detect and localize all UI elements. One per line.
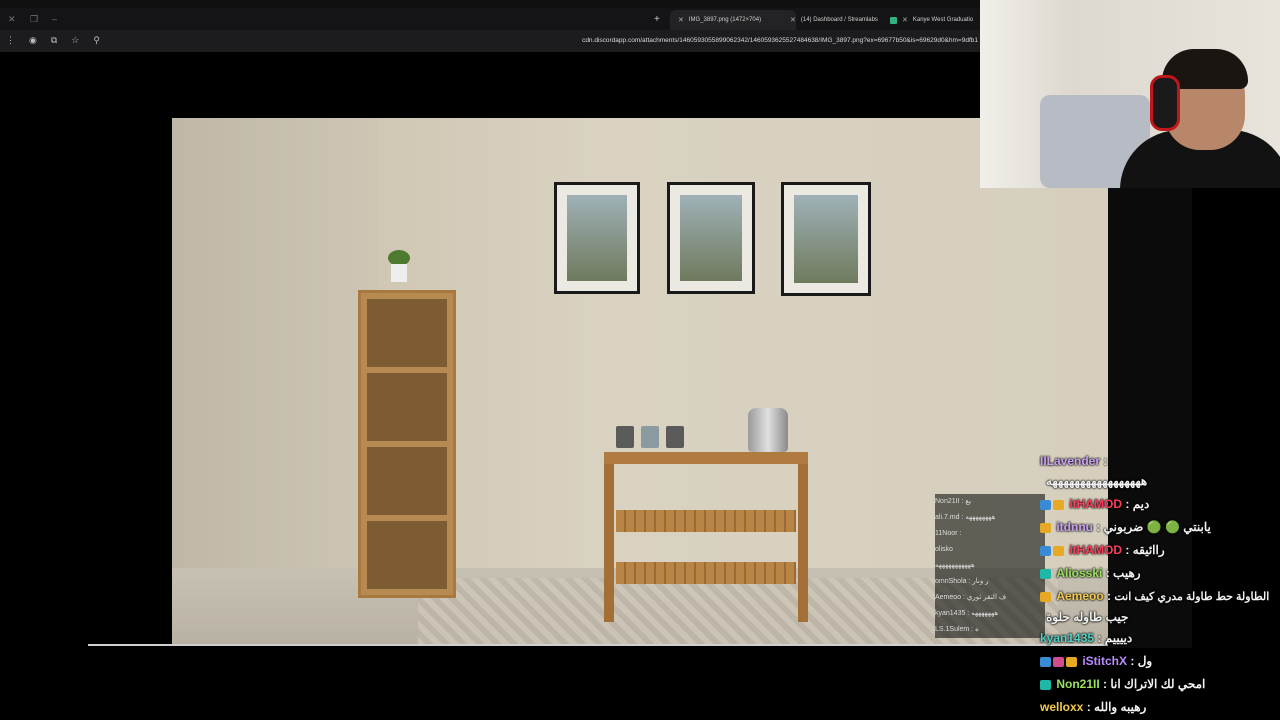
kettle: [748, 408, 788, 452]
chat-username: iStitchX: [1082, 654, 1128, 668]
tab-label: IMG_3897.png (1472×704): [688, 17, 762, 23]
picture-frame: [554, 182, 640, 294]
chat-text: هههههههههههههههههه: [1046, 474, 1148, 488]
picture-frame: [667, 182, 755, 294]
extensions-icon[interactable]: ⧉: [51, 35, 57, 46]
minichat-line: ali.7.md : ههههههههه: [935, 510, 1045, 526]
chat-username: itdnnu: [1056, 520, 1093, 534]
chat-text: رهيبه والله: [1094, 700, 1147, 714]
chat-message: هههههههههههههههههه: [1040, 470, 1280, 493]
chat-message: itdnnu : يابنتي 🟢 🟢 ضربوني: [1040, 516, 1280, 539]
minichat-line: Non21II : يع: [935, 494, 1045, 510]
url-field[interactable]: cdn.discordapp.com/attachments/146059305…: [582, 37, 978, 44]
chat-text: ول: [1137, 654, 1153, 668]
chat-text: الطاولة حط طاولة مدري كيف انت: [1114, 591, 1270, 603]
mug: [641, 426, 659, 448]
chat-message: IILavender :: [1040, 454, 1108, 468]
chat-username: Aliosski: [1056, 566, 1103, 580]
close-window-icon[interactable]: ✕: [8, 14, 16, 25]
chat-message: kyan1435 : دييييم: [1040, 631, 1133, 645]
favicon-icon: [890, 16, 897, 24]
tab-label: (14) Dashboard / Streamlabs: [800, 17, 878, 23]
badge-icon: [1040, 545, 1051, 556]
site-info-icon[interactable]: ◉: [29, 35, 37, 46]
bookmark-star-icon[interactable]: ☆: [71, 35, 79, 46]
chat-text: امحي لك الاتراك انا: [1110, 677, 1206, 691]
chat-text: يابنتي 🟢 🟢 ضربوني: [1103, 520, 1211, 534]
chat-username: itHAMOD: [1069, 543, 1123, 557]
minichat-line: omnShola : ر ونار: [935, 574, 1045, 590]
crown-icon: [1066, 656, 1077, 667]
close-tab-icon[interactable]: ✕: [790, 16, 796, 24]
chat-message: Non21II : امحي لك الاتراك انا: [1040, 673, 1280, 696]
tab-streamlabs[interactable]: ✕ (14) Dashboard / Streamlabs: [790, 10, 878, 30]
badge-icon: [1040, 656, 1051, 667]
chat-message: itHAMOD : راائيقه: [1040, 539, 1280, 562]
badge-icon: [1040, 499, 1051, 510]
chat-message: itHAMOD : ديم: [1040, 493, 1280, 516]
tab-label: Kanye West Graduatio: [912, 17, 974, 23]
crown-icon: [1053, 499, 1064, 510]
crown-icon: [1040, 591, 1051, 602]
nav-toolbar: ⋮ ◉ ⧉ ☆ ⚲: [6, 35, 100, 46]
close-tab-icon[interactable]: ✕: [902, 16, 908, 24]
minichat-line: هههههههههههه: [935, 558, 1045, 574]
webcam-overlay: [980, 0, 1280, 188]
minichat-line: kyan1435 : هههههههه: [935, 606, 1045, 622]
tab-image[interactable]: ✕ IMG_3897.png (1472×704): [670, 10, 796, 30]
minichat-line: Aemeoo : ف التقر ثوري: [935, 590, 1045, 606]
picture-frame: [781, 182, 871, 296]
badge-icon: [1053, 656, 1064, 667]
embedded-chat-screenshot: Non21II : يع ali.7.md : ههههههههه 11Noor…: [935, 494, 1045, 644]
image-bottom-edge: [88, 644, 1108, 646]
headset-icon: [1150, 75, 1180, 131]
bookshelf: [358, 290, 456, 598]
chat-message: welloxx : رهيبه والله: [1040, 700, 1147, 714]
mug: [616, 426, 634, 448]
chat-text: رهيب: [1113, 566, 1141, 580]
chat-text: ديم: [1132, 497, 1150, 511]
menu-dots-icon[interactable]: ⋮: [6, 35, 15, 46]
stream-chat: IILavender : هههههههههههههههههه itHAMOD …: [1040, 452, 1280, 719]
minichat-line: LS.1Sulem : ه: [935, 622, 1045, 638]
crown-icon: [1053, 545, 1064, 556]
minichat-line: 11Noor :: [935, 526, 1045, 542]
chat-username: IILavender: [1040, 454, 1101, 468]
streamer: [1100, 45, 1280, 188]
chat-username: Aemeoo: [1056, 589, 1104, 603]
new-tab-icon[interactable]: +: [654, 14, 660, 25]
badge-icon: [1040, 679, 1051, 690]
close-tab-icon[interactable]: ✕: [678, 16, 684, 24]
left-wall: [172, 118, 378, 645]
chat-message: Aemeoo : الطاولة حط طاولة مدري كيف انت ج…: [1040, 585, 1280, 625]
crown-icon: [1040, 522, 1051, 533]
badge-icon: [1040, 568, 1051, 579]
chat-text: دييييم: [1104, 631, 1133, 645]
search-icon[interactable]: ⚲: [93, 35, 100, 46]
chat-username: kyan1435: [1040, 631, 1095, 645]
chat-username: welloxx: [1040, 700, 1084, 714]
restore-window-icon[interactable]: ❐: [30, 14, 38, 25]
chat-message: iStitchX : ول: [1040, 650, 1280, 673]
coffee-table: [604, 452, 808, 622]
minimize-window-icon[interactable]: –: [52, 14, 57, 24]
chat-text: راائيقه: [1132, 543, 1165, 557]
tab-youtube[interactable]: ✕ Kanye West Graduatio: [890, 10, 973, 30]
chat-message: Aliosski : رهيب: [1040, 562, 1280, 585]
chat-username: itHAMOD: [1069, 497, 1123, 511]
minichat-line: olisko: [935, 542, 1045, 558]
mug: [666, 426, 684, 448]
chat-username: Non21II: [1056, 677, 1100, 691]
chat-text-continued: جيب طاوله حلوة: [1046, 610, 1129, 624]
plant: [384, 250, 414, 286]
